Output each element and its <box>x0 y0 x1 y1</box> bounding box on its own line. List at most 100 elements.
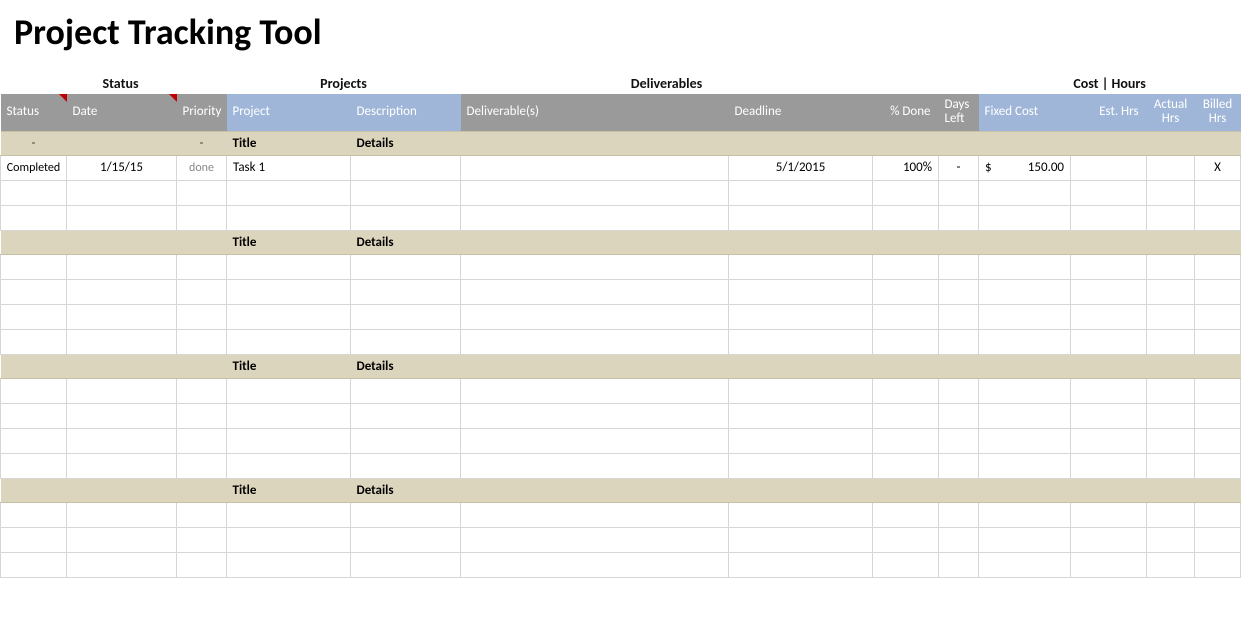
cell-date[interactable] <box>67 205 177 230</box>
cell-deliverable[interactable] <box>461 527 729 552</box>
cell-pct-done[interactable] <box>873 254 939 279</box>
cell-billed-hrs[interactable] <box>1195 205 1241 230</box>
cell-description[interactable] <box>351 502 461 527</box>
cell-status[interactable] <box>1 304 67 329</box>
cell-pct-done[interactable] <box>873 205 939 230</box>
cell-est-hrs[interactable] <box>1071 304 1147 329</box>
cell-deliverable[interactable] <box>461 304 729 329</box>
cell-est-hrs[interactable] <box>1071 180 1147 205</box>
cell-date[interactable] <box>67 378 177 403</box>
cell-description[interactable] <box>351 552 461 577</box>
cell-actual-hrs[interactable] <box>1147 279 1195 304</box>
cell-billed-hrs[interactable] <box>1195 552 1241 577</box>
cell-days-left[interactable]: - <box>939 155 979 180</box>
cell-pct-done[interactable] <box>873 403 939 428</box>
cell-pct-done[interactable]: 100% <box>873 155 939 180</box>
cell-date[interactable] <box>67 502 177 527</box>
cell-actual-hrs[interactable] <box>1147 453 1195 478</box>
cell-deadline[interactable] <box>729 378 873 403</box>
cell-pct-done[interactable] <box>873 329 939 354</box>
cell-project[interactable] <box>227 527 351 552</box>
cell-deadline[interactable] <box>729 403 873 428</box>
cell-project[interactable] <box>227 180 351 205</box>
cell-description[interactable] <box>351 378 461 403</box>
col-project[interactable]: Project <box>227 94 351 131</box>
cell-status[interactable] <box>1 527 67 552</box>
cell-days-left[interactable] <box>939 552 979 577</box>
col-fixed-cost[interactable]: Fixed Cost <box>979 94 1071 131</box>
cell-est-hrs[interactable] <box>1071 378 1147 403</box>
cell-pct-done[interactable] <box>873 527 939 552</box>
cell-date[interactable] <box>67 329 177 354</box>
cell-billed-hrs[interactable] <box>1195 453 1241 478</box>
cell-days-left[interactable] <box>939 180 979 205</box>
cell-status[interactable] <box>1 180 67 205</box>
cell-pct-done[interactable] <box>873 180 939 205</box>
cell-description[interactable] <box>351 329 461 354</box>
cell-deliverable[interactable] <box>461 502 729 527</box>
cell-actual-hrs[interactable] <box>1147 254 1195 279</box>
cell-billed-hrs[interactable] <box>1195 378 1241 403</box>
cell-fixed-cost[interactable] <box>979 279 1071 304</box>
cell-deadline[interactable]: 5/1/2015 <box>729 155 873 180</box>
cell-fixed-cost[interactable]: $150.00 <box>979 155 1071 180</box>
cell-deadline[interactable] <box>729 453 873 478</box>
cell-project[interactable] <box>227 428 351 453</box>
cell-billed-hrs[interactable] <box>1195 329 1241 354</box>
cell-status[interactable]: Completed <box>1 155 67 180</box>
cell-description[interactable] <box>351 205 461 230</box>
cell-fixed-cost[interactable] <box>979 552 1071 577</box>
cell-days-left[interactable] <box>939 279 979 304</box>
cell-status[interactable] <box>1 279 67 304</box>
cell-priority[interactable] <box>177 304 227 329</box>
cell-days-left[interactable] <box>939 428 979 453</box>
cell-pct-done[interactable] <box>873 378 939 403</box>
cell-est-hrs[interactable] <box>1071 527 1147 552</box>
cell-priority[interactable] <box>177 279 227 304</box>
cell-status[interactable] <box>1 552 67 577</box>
cell-priority[interactable] <box>177 428 227 453</box>
cell-priority[interactable] <box>177 502 227 527</box>
col-status[interactable]: Status <box>1 94 67 131</box>
cell-deadline[interactable] <box>729 329 873 354</box>
cell-priority[interactable] <box>177 527 227 552</box>
cell-project[interactable] <box>227 552 351 577</box>
cell-deadline[interactable] <box>729 254 873 279</box>
cell-fixed-cost[interactable] <box>979 254 1071 279</box>
cell-est-hrs[interactable] <box>1071 279 1147 304</box>
cell-priority[interactable] <box>177 403 227 428</box>
cell-days-left[interactable] <box>939 378 979 403</box>
cell-est-hrs[interactable] <box>1071 155 1147 180</box>
cell-deliverable[interactable] <box>461 378 729 403</box>
cell-pct-done[interactable] <box>873 428 939 453</box>
cell-billed-hrs[interactable] <box>1195 527 1241 552</box>
cell-description[interactable] <box>351 180 461 205</box>
cell-deliverable[interactable] <box>461 329 729 354</box>
cell-days-left[interactable] <box>939 254 979 279</box>
cell-est-hrs[interactable] <box>1071 329 1147 354</box>
cell-actual-hrs[interactable] <box>1147 502 1195 527</box>
col-deadline[interactable]: Deadline <box>729 94 873 131</box>
col-est-hrs[interactable]: Est. Hrs <box>1071 94 1147 131</box>
cell-fixed-cost[interactable] <box>979 403 1071 428</box>
cell-days-left[interactable] <box>939 502 979 527</box>
cell-deadline[interactable] <box>729 180 873 205</box>
cell-priority[interactable] <box>177 205 227 230</box>
cell-date[interactable] <box>67 304 177 329</box>
cell-status[interactable] <box>1 378 67 403</box>
cell-status[interactable] <box>1 254 67 279</box>
cell-est-hrs[interactable] <box>1071 502 1147 527</box>
cell-actual-hrs[interactable] <box>1147 552 1195 577</box>
cell-actual-hrs[interactable] <box>1147 428 1195 453</box>
cell-days-left[interactable] <box>939 403 979 428</box>
col-billed-hrs[interactable]: Billed Hrs <box>1195 94 1241 131</box>
col-deliverable[interactable]: Deliverable(s) <box>461 94 729 131</box>
cell-date[interactable] <box>67 552 177 577</box>
col-priority[interactable]: Priority <box>177 94 227 131</box>
cell-date[interactable]: 1/15/15 <box>67 155 177 180</box>
cell-deliverable[interactable] <box>461 453 729 478</box>
cell-deadline[interactable] <box>729 527 873 552</box>
cell-description[interactable] <box>351 304 461 329</box>
cell-fixed-cost[interactable] <box>979 304 1071 329</box>
cell-billed-hrs[interactable] <box>1195 279 1241 304</box>
